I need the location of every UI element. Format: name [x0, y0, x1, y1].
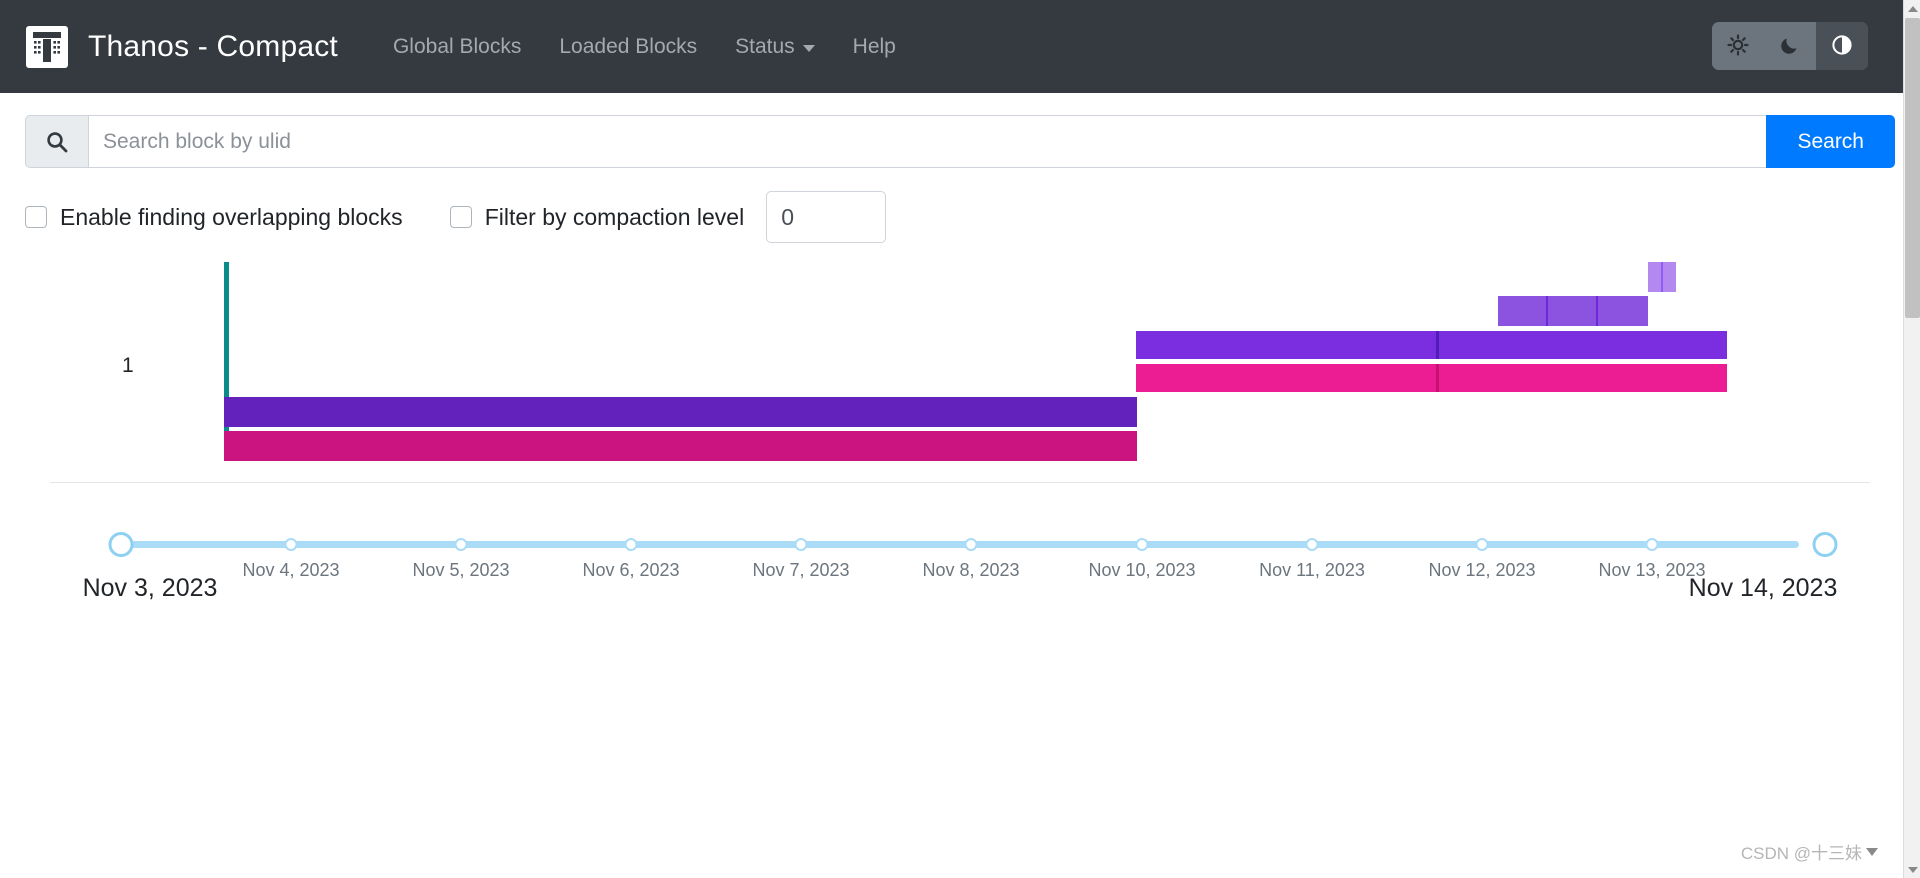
block-segment[interactable] [1648, 262, 1661, 292]
slider-track[interactable] [121, 541, 1799, 548]
enable-overlapping-label[interactable]: Enable finding overlapping blocks [60, 204, 403, 231]
slider-label-1: Nov 4, 2023 [242, 560, 340, 580]
sun-icon [1727, 33, 1749, 59]
filter-compaction-label[interactable]: Filter by compaction level [485, 204, 745, 231]
half-circle-icon [1831, 34, 1853, 59]
search-button[interactable]: Search [1766, 115, 1895, 168]
block-segment[interactable] [1498, 296, 1546, 326]
brand[interactable]: Thanos - Compact [26, 25, 338, 68]
block-segment[interactable] [1439, 364, 1727, 392]
page-scrollbar[interactable] [1903, 0, 1920, 878]
navbar: Thanos - Compact Global Blocks Loaded Bl… [0, 0, 1920, 93]
block-segment[interactable] [224, 397, 1137, 427]
chart-bottom-divider [50, 482, 1870, 483]
slider-label-4: Nov 7, 2023 [752, 560, 850, 580]
nav-link-label: Help [852, 34, 896, 58]
slider-tick-5[interactable] [964, 538, 978, 551]
block-segment[interactable] [1548, 296, 1596, 326]
filter-row: Enable finding overlapping blocks Filter… [25, 191, 1895, 243]
slider-label-7: Nov 11, 2023 [1259, 560, 1365, 580]
slider-label-2: Nov 5, 2023 [412, 560, 510, 580]
brand-title: Thanos - Compact [88, 29, 338, 63]
y-axis-tick-label: 1 [122, 354, 134, 377]
scrollbar-thumb[interactable] [1905, 18, 1920, 318]
block-bar-purple[interactable] [1136, 331, 1727, 359]
nav-link-global-blocks[interactable]: Global Blocks [374, 27, 540, 67]
slider-tick-4[interactable] [794, 538, 808, 551]
block-bar-pink[interactable] [1136, 364, 1727, 392]
compaction-level-filter: Filter by compaction level [449, 191, 887, 243]
slider-tick-8[interactable] [1475, 538, 1489, 551]
watermark: CSDN @十三妹 [1741, 839, 1878, 864]
slider-label-5: Nov 8, 2023 [922, 560, 1020, 580]
block-bar-medium-purple[interactable] [1498, 296, 1648, 326]
slider-tick-2[interactable] [454, 538, 468, 551]
blocks-chart: 1 [25, 254, 1895, 484]
block-segment[interactable] [1598, 296, 1648, 326]
enable-overlapping-checkbox[interactable] [25, 206, 47, 228]
nav-links: Global Blocks Loaded Blocks Status Help [374, 27, 915, 67]
block-bar-dark-purple[interactable] [224, 397, 1137, 427]
current-time-marker-line [224, 262, 229, 459]
chevron-down-icon [1907, 866, 1918, 873]
filter-compaction-checkbox[interactable] [449, 206, 472, 228]
slider-label-6: Nov 10, 2023 [1088, 560, 1196, 580]
time-range-slider: Nov 3, 2023 Nov 4, 2023 Nov 5, 2023 Nov … [25, 506, 1895, 626]
block-bar-dark-pink[interactable] [224, 431, 1137, 461]
compaction-level-input[interactable] [766, 191, 887, 243]
theme-toggle-group [1712, 22, 1868, 70]
watermark-text: CSDN @十三妹 [1740, 844, 1862, 863]
scroll-up-button[interactable] [1904, 0, 1920, 17]
search-input[interactable] [88, 115, 1767, 168]
slider-handle-end[interactable] [1812, 532, 1838, 557]
nav-link-loaded-blocks[interactable]: Loaded Blocks [540, 27, 716, 67]
block-segment[interactable] [1663, 262, 1676, 292]
slider-tick-6[interactable] [1135, 538, 1149, 551]
nav-link-help[interactable]: Help [834, 27, 915, 67]
moon-icon [1779, 34, 1801, 59]
overlapping-blocks-filter: Enable finding overlapping blocks [25, 204, 403, 231]
nav-link-label: Global Blocks [392, 34, 522, 58]
block-bar-light-purple[interactable] [1648, 262, 1676, 292]
slider-label-8: Nov 12, 2023 [1428, 560, 1536, 580]
chevron-up-icon [1907, 5, 1918, 12]
page-content: Search Enable finding overlapping blocks… [0, 115, 1920, 626]
block-segment[interactable] [1136, 331, 1436, 359]
theme-light-button[interactable] [1712, 22, 1764, 70]
theme-dark-button[interactable] [1764, 22, 1816, 70]
search-bar: Search [25, 115, 1895, 168]
slider-label-3: Nov 6, 2023 [582, 560, 680, 580]
scroll-down-button[interactable] [1904, 861, 1920, 878]
nav-link-status[interactable]: Status [716, 27, 834, 67]
slider-label-start: Nov 3, 2023 [82, 574, 218, 602]
thanos-block-logo-icon [26, 25, 68, 68]
slider-tick-1[interactable] [284, 538, 298, 551]
slider-label-end: Nov 14, 2023 [1688, 574, 1838, 602]
chevron-down-icon [802, 44, 815, 52]
search-icon [25, 115, 88, 168]
theme-auto-button[interactable] [1816, 22, 1868, 70]
block-segment[interactable] [224, 431, 1137, 461]
slider-tick-9[interactable] [1645, 538, 1659, 551]
nav-link-label: Loaded Blocks [559, 34, 698, 58]
block-segment[interactable] [1439, 331, 1727, 359]
caret-down-icon [1866, 847, 1878, 856]
block-segment[interactable] [1136, 364, 1436, 392]
slider-tick-3[interactable] [624, 538, 638, 551]
nav-link-label: Status [735, 34, 795, 58]
slider-handle-start[interactable] [108, 532, 134, 557]
slider-tick-7[interactable] [1305, 538, 1319, 551]
